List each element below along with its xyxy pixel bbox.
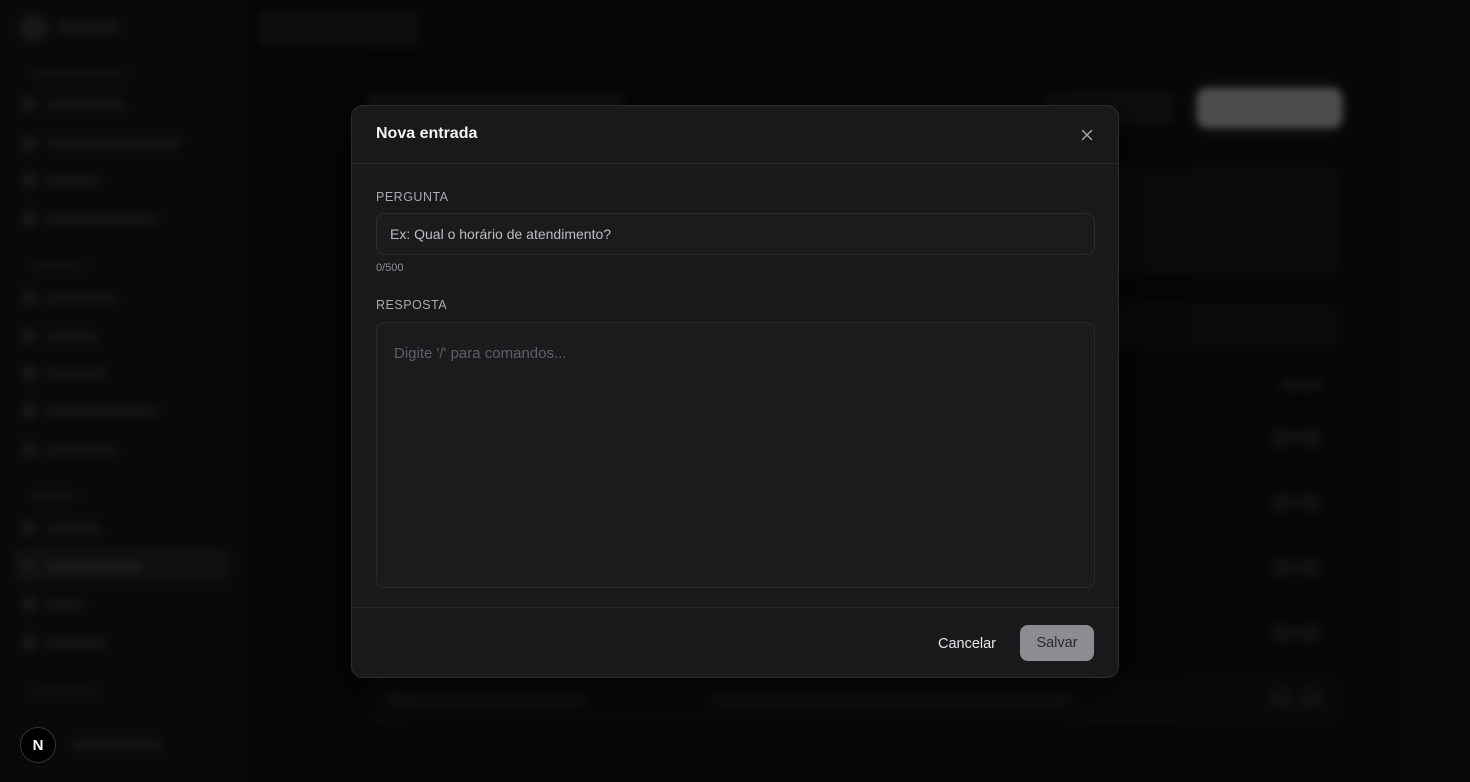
close-icon	[1081, 129, 1093, 141]
app-root: N Nova entrada PERGUNTA 0/500 RESPOSTA C…	[0, 0, 1470, 782]
character-counter: 0/500	[376, 262, 404, 274]
answer-label: RESPOSTA	[376, 298, 448, 312]
question-label: PERGUNTA	[376, 190, 449, 204]
save-button[interactable]: Salvar	[1020, 625, 1094, 661]
answer-editor[interactable]	[376, 322, 1095, 588]
dialog-header: Nova entrada	[352, 106, 1118, 164]
dialog-title: Nova entrada	[376, 125, 478, 142]
new-entry-dialog: Nova entrada PERGUNTA 0/500 RESPOSTA Can…	[351, 105, 1119, 678]
avatar[interactable]: N	[20, 727, 56, 763]
close-button[interactable]	[1078, 126, 1096, 144]
question-input[interactable]	[376, 213, 1095, 255]
dialog-footer: Cancelar Salvar	[352, 607, 1118, 677]
cancel-button[interactable]: Cancelar	[936, 626, 998, 662]
